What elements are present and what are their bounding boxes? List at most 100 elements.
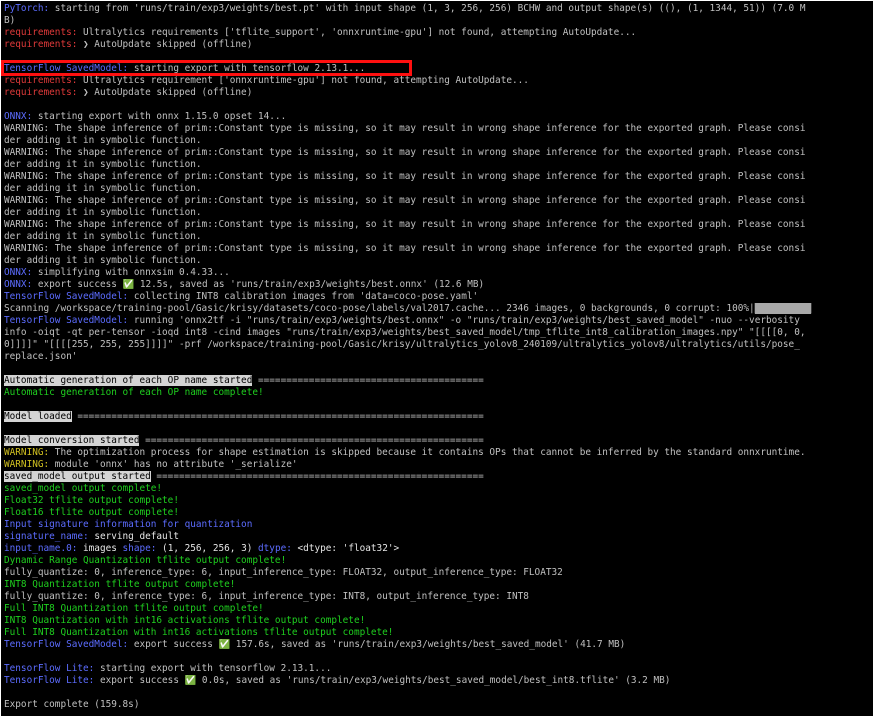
terminal-line: WARNING: The shape inference of prim::Co… xyxy=(4,219,869,231)
terminal-text: ONNX: xyxy=(4,111,33,122)
terminal-text: TensorFlow SavedModel: xyxy=(4,639,129,650)
terminal-window[interactable]: PyTorch: starting from 'runs/train/exp3/… xyxy=(1,1,873,716)
terminal-text: Full INT8 Quantization with int16 activa… xyxy=(4,627,394,638)
terminal-text: dtype: xyxy=(258,543,292,554)
terminal-line: WARNING: The optimization process for sh… xyxy=(4,447,869,459)
terminal-line: requirements: Ultralytics requirement ['… xyxy=(4,75,869,87)
terminal-text: Ultralytics requirement ['onnxruntime-gp… xyxy=(77,75,529,86)
terminal-text: requirements: xyxy=(4,75,78,86)
terminal-text: ========================================… xyxy=(150,471,484,482)
terminal-text: starting export with onnx 1.15.0 opset 1… xyxy=(32,111,287,122)
terminal-line: saved_model output complete! xyxy=(4,483,869,495)
terminal-text: Ultralytics requirements ['tflite_suppor… xyxy=(77,27,637,38)
terminal-text: export success ✅ 0.0s, saved as 'runs/tr… xyxy=(94,675,671,686)
terminal-text: WARNING: The shape inference of prim::Co… xyxy=(4,123,806,134)
terminal-text: <dtype: 'float32'> xyxy=(291,543,400,554)
terminal-text: Float16 tflite output complete! xyxy=(4,507,179,518)
terminal-line: Model conversion started ===============… xyxy=(4,435,869,447)
terminal-line: TensorFlow Lite: export success ✅ 0.0s, … xyxy=(4,675,869,687)
terminal-text: saved_model output complete! xyxy=(4,483,163,494)
terminal-text: starting export with tensorflow 2.13.1..… xyxy=(128,63,366,74)
terminal-text: ██████████ xyxy=(754,303,812,314)
terminal-text: der adding it in symbolic function. xyxy=(4,135,202,146)
terminal-line: TensorFlow SavedModel: running 'onnx2tf … xyxy=(4,315,869,327)
terminal-text: starting export with tensorflow 2.13.1..… xyxy=(94,663,332,674)
terminal-line: Full INT8 Quantization with int16 activa… xyxy=(4,627,869,639)
terminal-text: PyTorch: xyxy=(4,3,50,14)
terminal-text: WARNING: The shape inference of prim::Co… xyxy=(4,219,806,230)
terminal-text: ========================================… xyxy=(139,435,484,446)
terminal-text: shape: xyxy=(122,543,157,554)
terminal-line: Automatic generation of each OP name com… xyxy=(4,387,869,399)
terminal-line: Input signature information for quantiza… xyxy=(4,519,869,531)
terminal-line: INT8 Quantization tflite output complete… xyxy=(4,579,869,591)
terminal-text: Export complete (159.8s) xyxy=(4,699,140,710)
terminal-text: ========================================… xyxy=(71,411,484,422)
terminal-line: replace.json' xyxy=(4,351,869,363)
terminal-text: export success ✅ 12.5s, saved as 'runs/t… xyxy=(32,279,485,290)
terminal-text: requirements: xyxy=(4,87,78,98)
terminal-text: export success ✅ 157.6s, saved as 'runs/… xyxy=(128,639,626,650)
terminal-text: fully_quantize: 0, inference_type: 6, in… xyxy=(4,591,529,602)
terminal-line: TensorFlow SavedModel: export success ✅ … xyxy=(4,639,869,651)
terminal-line: WARNING: The shape inference of prim::Co… xyxy=(4,147,869,159)
terminal-line: TensorFlow SavedModel: collecting INT8 c… xyxy=(4,291,869,303)
terminal-text: 0]]]]" "[[[[255, 255, 255]]]]" -prf /wor… xyxy=(4,339,800,350)
terminal-text: Model conversion started xyxy=(4,435,140,446)
terminal-line: saved_model output started =============… xyxy=(4,471,869,483)
terminal-line: requirements: ❯ AutoUpdate skipped (offl… xyxy=(4,39,869,51)
terminal-line: Model loaded ===========================… xyxy=(4,411,869,423)
terminal-text: fully_quantize: 0, inference_type: 6, in… xyxy=(4,567,563,578)
terminal-line: Full INT8 Quantization tflite output com… xyxy=(4,603,869,615)
terminal-text: der adding it in symbolic function. xyxy=(4,207,202,218)
terminal-line: TensorFlow SavedModel: starting export w… xyxy=(4,63,869,75)
terminal-text: WARNING: The shape inference of prim::Co… xyxy=(4,243,806,254)
terminal-text: TensorFlow SavedModel: xyxy=(4,315,129,326)
terminal-line: requirements: Ultralytics requirements [… xyxy=(4,27,869,39)
terminal-line: WARNING: The shape inference of prim::Co… xyxy=(4,243,869,255)
terminal-text: saved_model output started xyxy=(4,471,151,482)
terminal-line: Scanning /workspace/training-pool/Gasic/… xyxy=(4,303,869,315)
terminal-line: WARNING: The shape inference of prim::Co… xyxy=(4,195,869,207)
terminal-text: INT8 Quantization with int16 activations… xyxy=(4,615,366,626)
terminal-line: Automatic generation of each OP name sta… xyxy=(4,375,869,387)
terminal-line: Dynamic Range Quantization tflite output… xyxy=(4,555,869,567)
terminal-line: fully_quantize: 0, inference_type: 6, in… xyxy=(4,567,869,579)
terminal-text: WARNING: xyxy=(4,447,50,458)
terminal-text: Input signature information for quantiza… xyxy=(4,519,253,530)
terminal-line: B) xyxy=(4,15,869,27)
terminal-text: requirements: xyxy=(4,39,78,50)
terminal-line: info -oiqt -qt per-tensor -ioqd int8 -ci… xyxy=(4,327,869,339)
terminal-text: images xyxy=(77,543,123,554)
terminal-line: WARNING: The shape inference of prim::Co… xyxy=(4,171,869,183)
terminal-line: input_name.0: images shape: (1, 256, 256… xyxy=(4,543,869,555)
terminal-line: ONNX: export success ✅ 12.5s, saved as '… xyxy=(4,279,869,291)
terminal-text: signature_name: xyxy=(4,531,89,542)
terminal-line: Float16 tflite output complete! xyxy=(4,507,869,519)
terminal-text: WARNING: The shape inference of prim::Co… xyxy=(4,195,806,206)
terminal-text: Dynamic Range Quantization tflite output… xyxy=(4,555,287,566)
terminal-text: simplifying with onnxsim 0.4.33... xyxy=(32,267,230,278)
terminal-line: der adding it in symbolic function. xyxy=(4,135,869,147)
terminal-text: der adding it in symbolic function. xyxy=(4,231,202,242)
terminal-text: serving_default xyxy=(88,531,179,542)
terminal-text: collecting INT8 calibration images from … xyxy=(128,291,479,302)
terminal-output: PyTorch: starting from 'runs/train/exp3/… xyxy=(4,3,869,711)
terminal-text: input_name.0: xyxy=(4,543,78,554)
terminal-text: der adding it in symbolic function. xyxy=(4,159,202,170)
terminal-line: ONNX: simplifying with onnxsim 0.4.33... xyxy=(4,267,869,279)
terminal-text: ONNX: xyxy=(4,267,33,278)
terminal-line: der adding it in symbolic function. xyxy=(4,207,869,219)
terminal-text: Float32 tflite output complete! xyxy=(4,495,179,506)
terminal-text: der adding it in symbolic function. xyxy=(4,255,202,266)
terminal-line: TensorFlow Lite: starting export with te… xyxy=(4,663,869,675)
terminal-text: WARNING: The shape inference of prim::Co… xyxy=(4,171,806,182)
terminal-text: TensorFlow Lite: xyxy=(4,663,95,674)
terminal-line: der adding it in symbolic function. xyxy=(4,255,869,267)
terminal-text: TensorFlow SavedModel: xyxy=(4,291,129,302)
terminal-line: fully_quantize: 0, inference_type: 6, in… xyxy=(4,591,869,603)
